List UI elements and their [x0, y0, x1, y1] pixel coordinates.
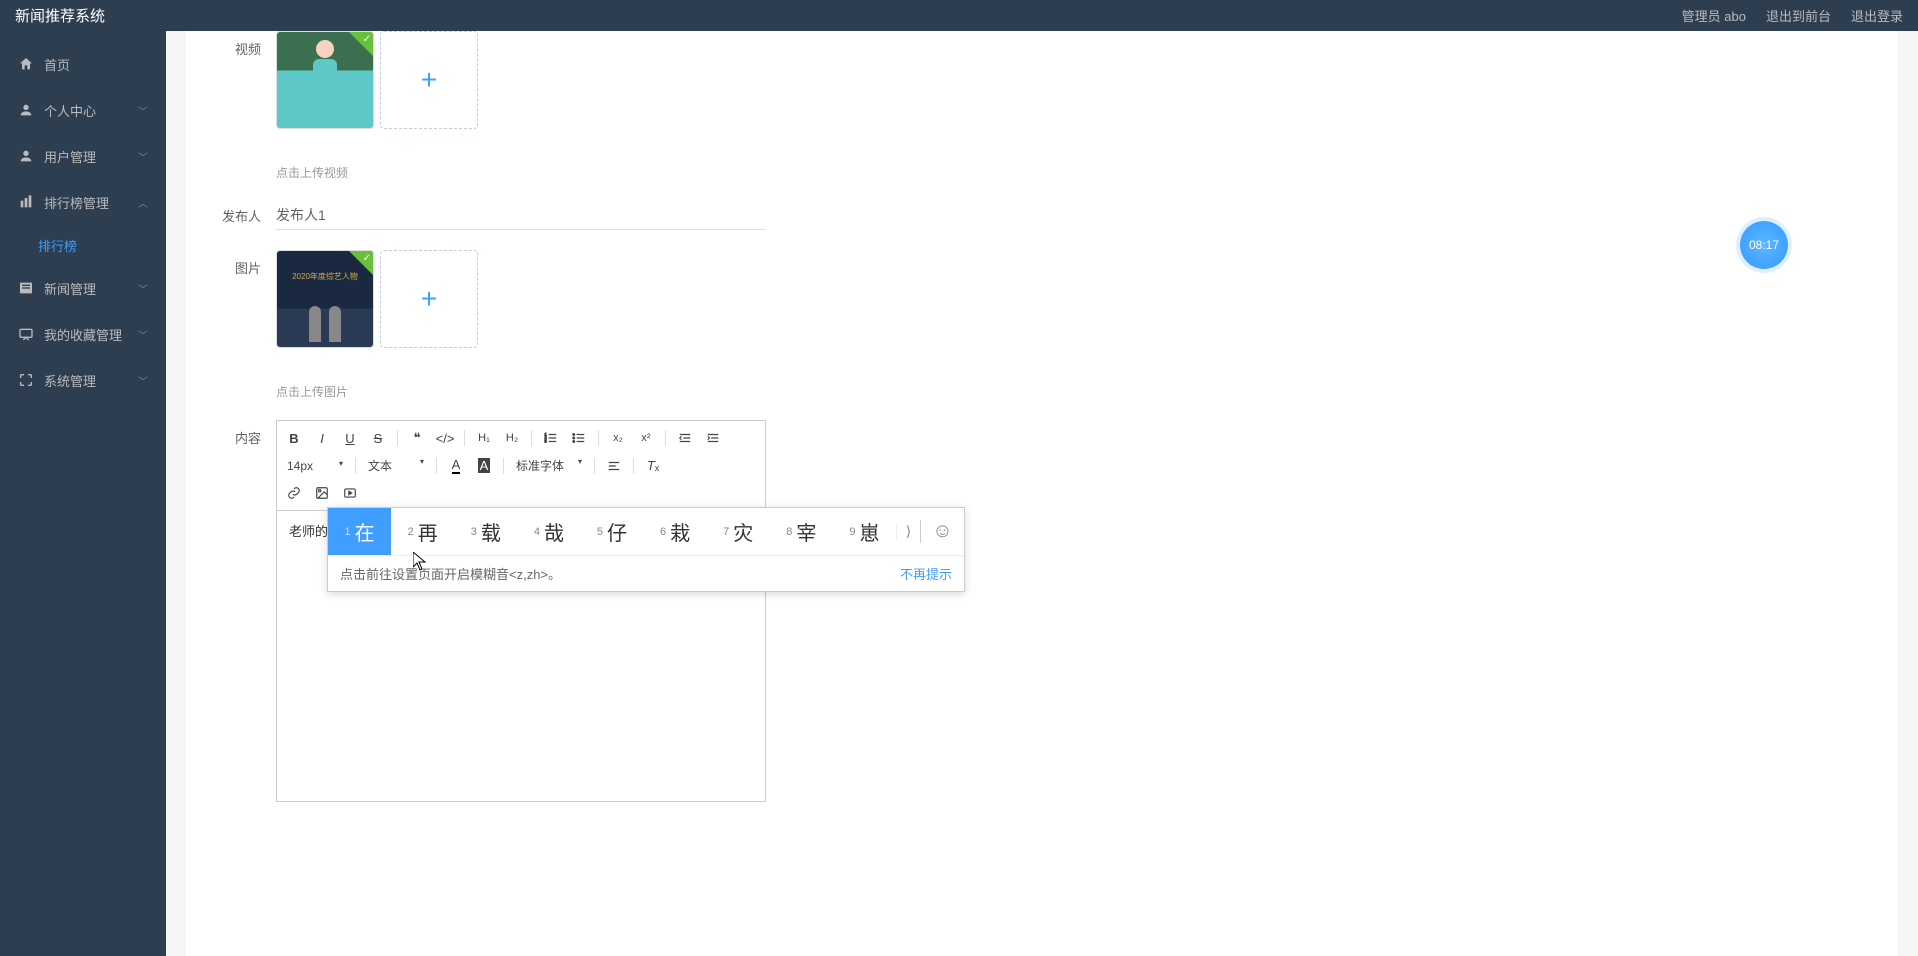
ordered-list-button[interactable]: 123: [542, 429, 560, 447]
nav-label: 我的收藏管理: [44, 325, 122, 344]
nav-label: 新闻管理: [44, 279, 96, 298]
logout-link[interactable]: 退出登录: [1851, 6, 1903, 25]
video-thumbnail[interactable]: [276, 31, 374, 129]
chevron-down-icon: ﹀: [138, 149, 148, 164]
content-label: 内容: [216, 420, 276, 447]
subscript-button[interactable]: x₂: [609, 429, 627, 447]
ime-candidate-4[interactable]: 4哉: [517, 508, 580, 555]
users-icon: [18, 148, 34, 164]
chevron-down-icon: ﹀: [138, 373, 148, 388]
ime-candidates: 1在 2再 3载 4哉 5仔 6栽 7灾 8宰 9崽 ⟩ ☺: [328, 508, 964, 555]
ime-candidate-1[interactable]: 1在: [328, 508, 391, 555]
nav-label: 个人中心: [44, 101, 96, 120]
chevron-down-icon: ﹀: [138, 327, 148, 342]
indent-button[interactable]: [704, 429, 722, 447]
ime-emoji-button[interactable]: ☺: [920, 520, 964, 543]
rich-text-editor: B I U S ❝ </> H₁ H₂ 1: [276, 420, 766, 802]
ime-popup: 1在 2再 3载 4哉 5仔 6栽 7灾 8宰 9崽 ⟩ ☺ 点击前往设置页面开…: [327, 507, 965, 592]
ime-candidate-9[interactable]: 9崽: [833, 508, 896, 555]
underline-button[interactable]: U: [341, 429, 359, 447]
topbar: 新闻推荐系统 管理员 abo 退出到前台 退出登录: [0, 0, 1918, 31]
nav-ranking-mgmt[interactable]: 排行榜管理 ︿: [0, 179, 166, 225]
nav-user-mgmt[interactable]: 用户管理 ﹀: [0, 133, 166, 179]
h2-button[interactable]: H₂: [503, 429, 521, 447]
add-image-button[interactable]: +: [380, 250, 478, 348]
add-video-button[interactable]: +: [380, 31, 478, 129]
h1-button[interactable]: H₁: [475, 429, 493, 447]
nav-news-mgmt[interactable]: 新闻管理 ﹀: [0, 265, 166, 311]
link-button[interactable]: [285, 484, 303, 502]
video-insert-button[interactable]: [341, 484, 359, 502]
chevron-up-icon: ︿: [138, 195, 148, 210]
font-size-select[interactable]: 14px: [285, 457, 345, 475]
ime-candidate-5[interactable]: 5仔: [580, 508, 643, 555]
nav-favorites-mgmt[interactable]: 我的收藏管理 ﹀: [0, 311, 166, 357]
publisher-input[interactable]: [276, 201, 766, 230]
nav-label: 系统管理: [44, 371, 96, 390]
fullscreen-icon: [18, 372, 34, 388]
clock-badge[interactable]: 08:17: [1740, 221, 1788, 269]
ime-candidate-3[interactable]: 3载: [454, 508, 517, 555]
home-icon: [18, 56, 34, 72]
nav-label: 用户管理: [44, 147, 96, 166]
exit-front-link[interactable]: 退出到前台: [1766, 6, 1831, 25]
video-label: 视频: [216, 31, 276, 58]
ime-hint-text[interactable]: 点击前往设置页面开启模糊音<z,zh>。: [340, 564, 900, 583]
ime-candidate-6[interactable]: 6栽: [644, 508, 707, 555]
chat-icon: [18, 326, 34, 342]
bold-button[interactable]: B: [285, 429, 303, 447]
user-icon: [18, 102, 34, 118]
chart-icon: [18, 194, 34, 210]
clear-format-button[interactable]: Tₓ: [644, 457, 662, 475]
chevron-down-icon: ﹀: [138, 281, 148, 296]
italic-button[interactable]: I: [313, 429, 331, 447]
video-hint: 点击上传视频: [276, 164, 1868, 181]
font-family-select[interactable]: 标准字体: [514, 455, 584, 476]
ime-candidate-7[interactable]: 7灾: [707, 508, 770, 555]
superscript-button[interactable]: x²: [637, 429, 655, 447]
check-icon: [349, 32, 373, 56]
strike-button[interactable]: S: [369, 429, 387, 447]
publisher-label: 发布人: [216, 206, 276, 225]
chevron-down-icon: ﹀: [138, 103, 148, 118]
quote-button[interactable]: ❝: [408, 429, 426, 447]
news-icon: [18, 280, 34, 296]
app-title: 新闻推荐系统: [15, 5, 105, 26]
bg-color-button[interactable]: A: [475, 457, 493, 475]
nav-label: 排行榜: [38, 236, 77, 255]
svg-text:3: 3: [545, 440, 547, 444]
image-label: 图片: [216, 250, 276, 277]
text-color-button[interactable]: A: [447, 457, 465, 475]
admin-label[interactable]: 管理员 abo: [1682, 6, 1746, 25]
unordered-list-button[interactable]: [570, 429, 588, 447]
image-button[interactable]: [313, 484, 331, 502]
main-area: 视频 + 点击上传视频: [166, 31, 1918, 956]
topbar-right: 管理员 abo 退出到前台 退出登录: [1682, 6, 1903, 25]
nav-home[interactable]: 首页: [0, 41, 166, 87]
text-style-select[interactable]: 文本: [366, 455, 426, 476]
align-button[interactable]: [605, 457, 623, 475]
nav-system-mgmt[interactable]: 系统管理 ﹀: [0, 357, 166, 403]
code-button[interactable]: </>: [436, 429, 454, 447]
nav-ranking[interactable]: 排行榜: [0, 225, 166, 265]
image-hint: 点击上传图片: [276, 383, 1868, 400]
ime-hint-row: 点击前往设置页面开启模糊音<z,zh>。 不再提示: [328, 555, 964, 591]
ime-more-button[interactable]: ⟩: [896, 523, 920, 540]
content-panel: 视频 + 点击上传视频: [186, 31, 1898, 956]
check-icon: [349, 251, 373, 275]
sidebar: 首页 个人中心 ﹀ 用户管理 ﹀ 排行榜管理 ︿ 排行榜 新闻管理 ﹀ 我的收藏…: [0, 31, 166, 956]
ime-no-remind-button[interactable]: 不再提示: [900, 564, 952, 583]
plus-icon: +: [421, 64, 437, 96]
ime-candidate-2[interactable]: 2再: [391, 508, 454, 555]
outdent-button[interactable]: [676, 429, 694, 447]
nav-label: 排行榜管理: [44, 193, 109, 212]
nav-label: 首页: [44, 55, 70, 74]
image-thumbnail[interactable]: 2020年度综艺人物: [276, 250, 374, 348]
nav-personal[interactable]: 个人中心 ﹀: [0, 87, 166, 133]
plus-icon: +: [421, 283, 437, 315]
ime-candidate-8[interactable]: 8宰: [770, 508, 833, 555]
editor-toolbar: B I U S ❝ </> H₁ H₂ 1: [277, 421, 765, 511]
